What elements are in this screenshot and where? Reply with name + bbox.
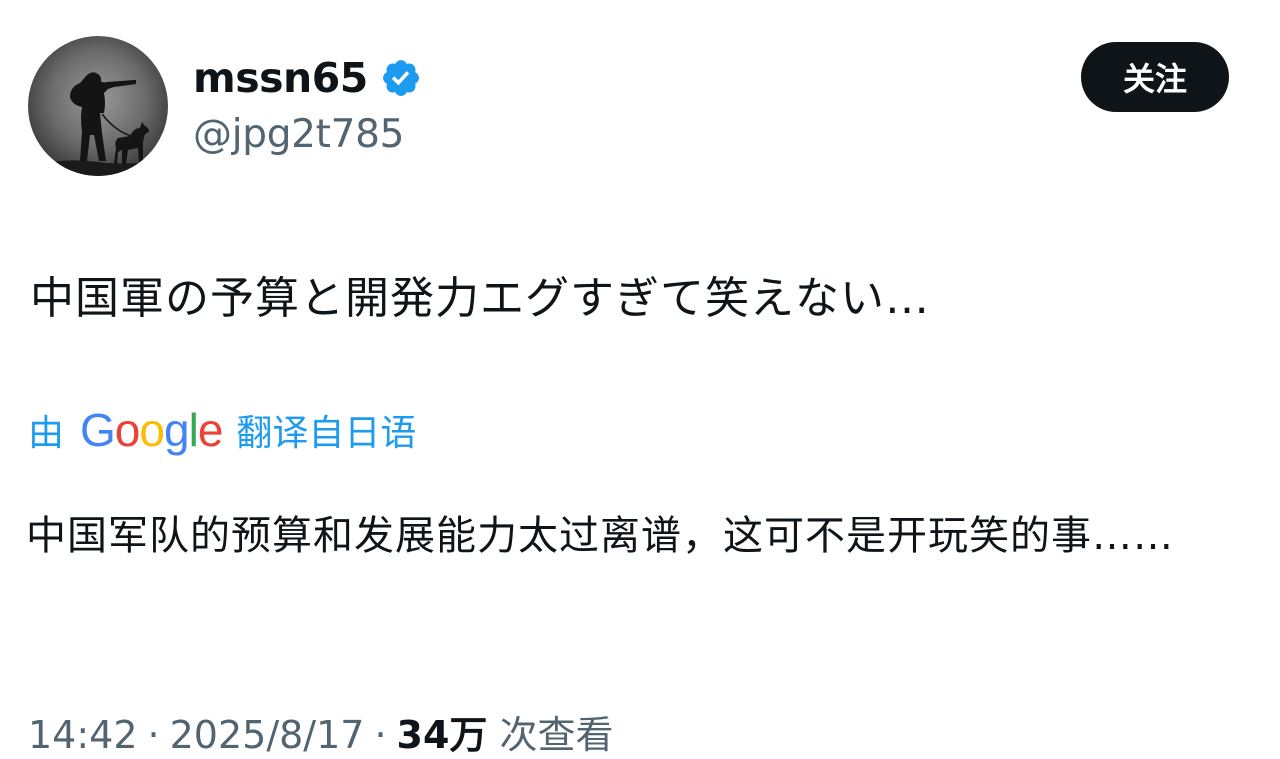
soldier-with-dog-silhouette-icon (28, 72, 168, 176)
translated-text: 中国军队的预算和发展能力太过离谱，这可不是开玩笑的事…… (26, 513, 1174, 559)
translation-prefix: 由 (28, 413, 65, 454)
views-label: 次查看 (499, 713, 614, 757)
avatar[interactable] (28, 36, 168, 176)
views-count[interactable]: 34万 (397, 704, 488, 759)
verified-badge-icon[interactable] (380, 57, 422, 99)
tweet-time[interactable]: 14:42 (28, 713, 138, 757)
user-name-row: mssn65 (193, 50, 422, 106)
tweet-text: 中国軍の予算と開発力エグすぎて笑えない… (30, 273, 930, 324)
translation-attribution[interactable]: 由 Google 翻译自日语 (28, 400, 416, 460)
google-logo-icon: Google (80, 404, 223, 456)
meta-separator: · (374, 713, 387, 757)
translation-suffix: 翻译自日语 (236, 413, 417, 454)
meta-separator: · (147, 713, 160, 757)
tweet-meta: 14:42 · 2025/8/17 · 34万 次查看 (28, 704, 613, 759)
tweet-date[interactable]: 2025/8/17 (170, 713, 365, 757)
follow-button[interactable]: 关注 (1081, 42, 1229, 112)
user-handle[interactable]: @jpg2t785 (193, 112, 405, 157)
display-name[interactable]: mssn65 (193, 54, 368, 102)
